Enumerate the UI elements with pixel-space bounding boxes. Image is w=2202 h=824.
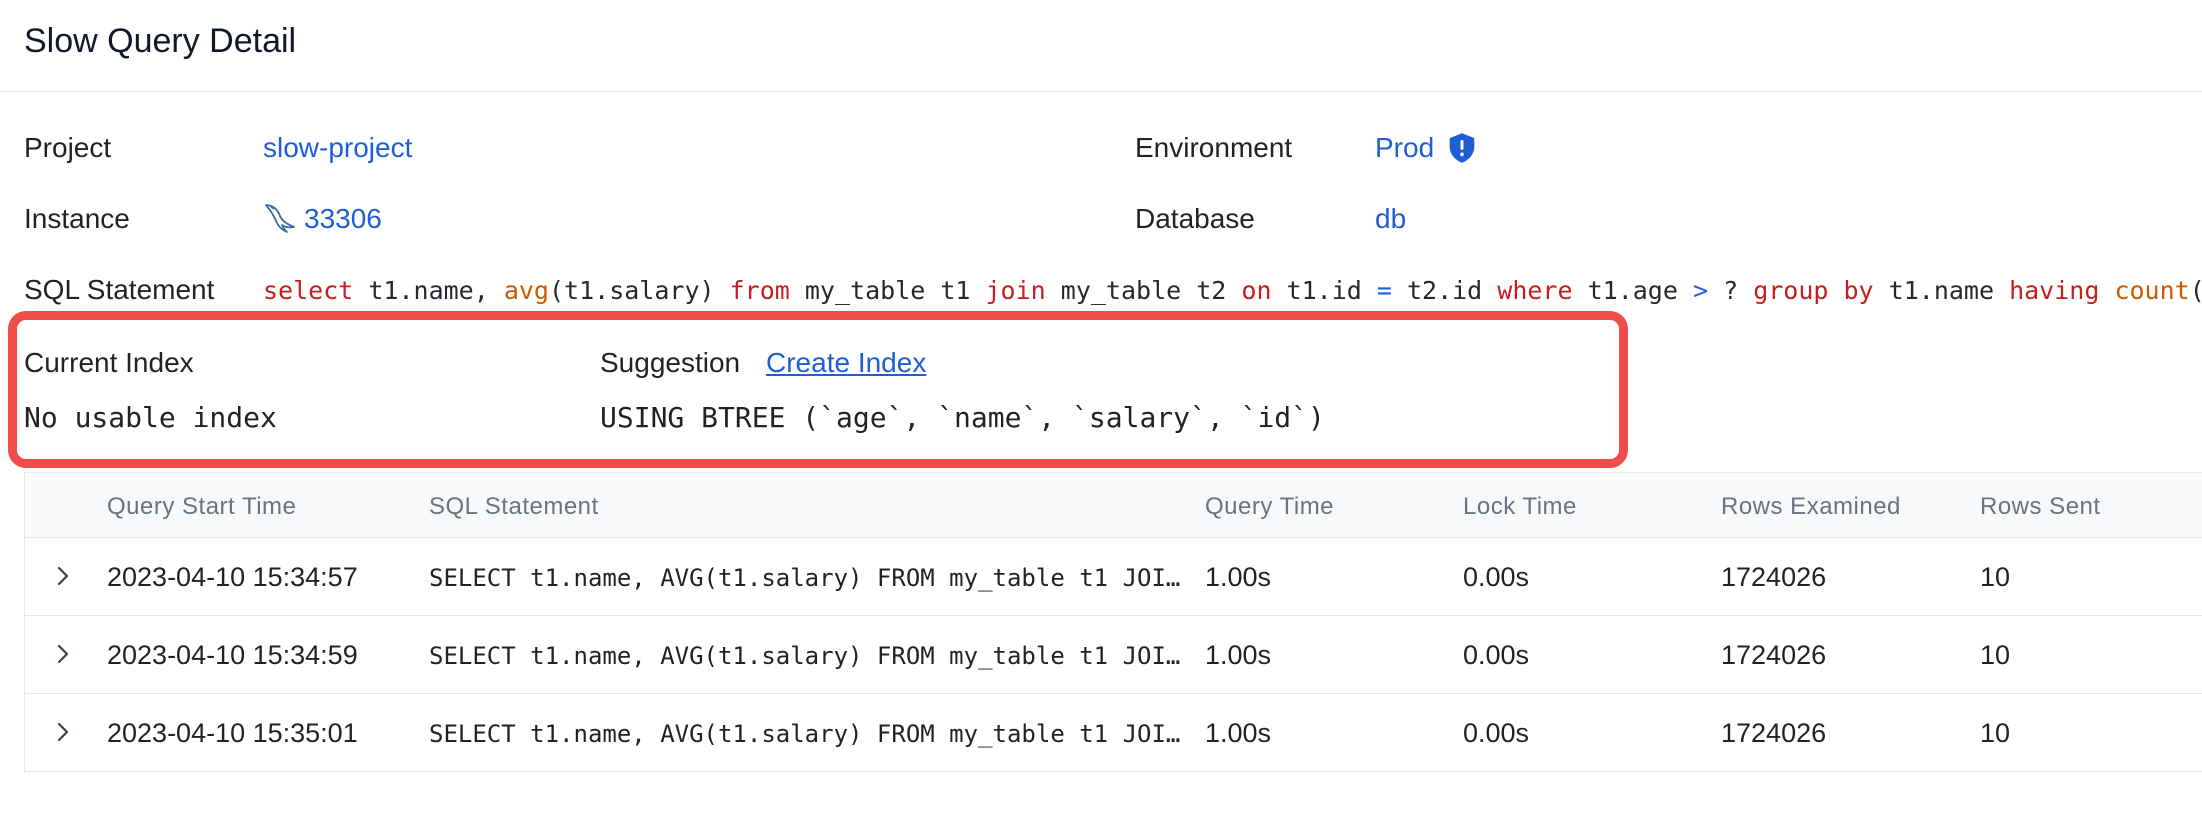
chevron-right-icon[interactable] <box>51 642 75 666</box>
sql-statement-label: SQL Statement <box>24 274 215 305</box>
project-link[interactable]: slow-project <box>263 132 412 164</box>
column-header-query-start-time: Query Start Time <box>107 493 297 520</box>
instance-label: Instance <box>24 203 130 234</box>
highlight-annotation <box>8 311 1628 468</box>
query-time-cell: 1.00s <box>1205 718 1272 748</box>
table-row[interactable]: 2023-04-10 15:35:01 SELECT t1.name, AVG(… <box>25 694 2202 772</box>
sql-token: ? <box>1708 276 1754 305</box>
sql-statement-code: select t1.name, avg(t1.salary) from my_t… <box>263 276 2202 305</box>
project-label: Project <box>24 132 112 163</box>
sql-token: (t1.salary) <box>548 276 730 305</box>
sql-token: select <box>263 276 354 305</box>
environment-label: Environment <box>1135 132 1293 163</box>
column-header-lock-time: Lock Time <box>1463 493 1577 520</box>
sql-token: avg <box>503 276 549 305</box>
column-header-rows-examined: Rows Examined <box>1721 493 1901 520</box>
query-start-time-cell: 2023-04-10 15:34:57 <box>107 562 358 592</box>
query-time-cell: 1.00s <box>1205 562 1272 592</box>
table-row[interactable]: 2023-04-10 15:34:59 SELECT t1.name, AVG(… <box>25 616 2202 694</box>
sql-token: group by <box>1753 276 1874 305</box>
chevron-right-icon[interactable] <box>51 720 75 744</box>
sql-token: t1.id <box>1271 276 1377 305</box>
lock-time-cell: 0.00s <box>1463 640 1530 670</box>
sql-token: t1.name <box>1873 276 2010 305</box>
column-header-sql-statement: SQL Statement <box>429 493 599 520</box>
sql-token: having <box>2009 276 2100 305</box>
sql-statement-cell: SELECT t1.name, AVG(t1.salary) FROM my_t… <box>429 642 1181 670</box>
rows-examined-cell: 1724026 <box>1721 718 1827 748</box>
sql-token: join <box>985 276 1046 305</box>
sql-token: from <box>729 276 790 305</box>
rows-sent-cell: 10 <box>1980 640 2011 670</box>
sql-token: t1.name, <box>353 276 504 305</box>
sql-token: t2.id <box>1391 276 1498 305</box>
slow-query-table: Query Start Time SQL Statement Query Tim… <box>24 472 2202 772</box>
column-header-query-time: Query Time <box>1205 493 1335 520</box>
mysql-dolphin-icon <box>265 204 295 233</box>
table-header: Query Start Time SQL Statement Query Tim… <box>25 472 2202 538</box>
sql-statement-cell: SELECT t1.name, AVG(t1.salary) FROM my_t… <box>429 720 1181 748</box>
environment-link[interactable]: Prod <box>1375 132 1434 164</box>
page-header: Slow Query Detail <box>0 0 2202 92</box>
rows-examined-cell: 1724026 <box>1721 562 1827 592</box>
sql-token: = <box>1376 276 1392 305</box>
query-start-time-cell: 2023-04-10 15:35:01 <box>107 718 358 748</box>
query-time-cell: 1.00s <box>1205 640 1272 670</box>
sql-token: t1.age <box>1572 276 1693 305</box>
sql-token: my_table t2 <box>1045 276 1242 305</box>
rows-sent-cell: 10 <box>1980 562 2011 592</box>
table-row[interactable]: 2023-04-10 15:34:57 SELECT t1.name, AVG(… <box>25 538 2202 616</box>
rows-sent-cell: 10 <box>1980 718 2011 748</box>
rows-examined-cell: 1724026 <box>1721 640 1827 670</box>
chevron-right-icon[interactable] <box>51 564 75 588</box>
sql-token: ( <box>2190 276 2202 305</box>
database-link[interactable]: db <box>1375 203 1406 235</box>
page-title: Slow Query Detail <box>24 22 297 60</box>
sql-token: where <box>1497 276 1573 305</box>
sql-token: > <box>1692 276 1709 305</box>
sql-token: count <box>2114 276 2190 305</box>
sql-token: on <box>1241 276 1272 305</box>
lock-time-cell: 0.00s <box>1463 718 1530 748</box>
sql-token: my_table t1 <box>789 276 986 305</box>
query-start-time-cell: 2023-04-10 15:34:59 <box>107 640 358 670</box>
shield-icon <box>1449 133 1475 163</box>
sql-statement-cell: SELECT t1.name, AVG(t1.salary) FROM my_t… <box>429 564 1181 592</box>
lock-time-cell: 0.00s <box>1463 562 1530 592</box>
database-label: Database <box>1135 203 1255 234</box>
instance-link[interactable]: 33306 <box>304 203 382 235</box>
column-header-rows-sent: Rows Sent <box>1980 493 2101 520</box>
